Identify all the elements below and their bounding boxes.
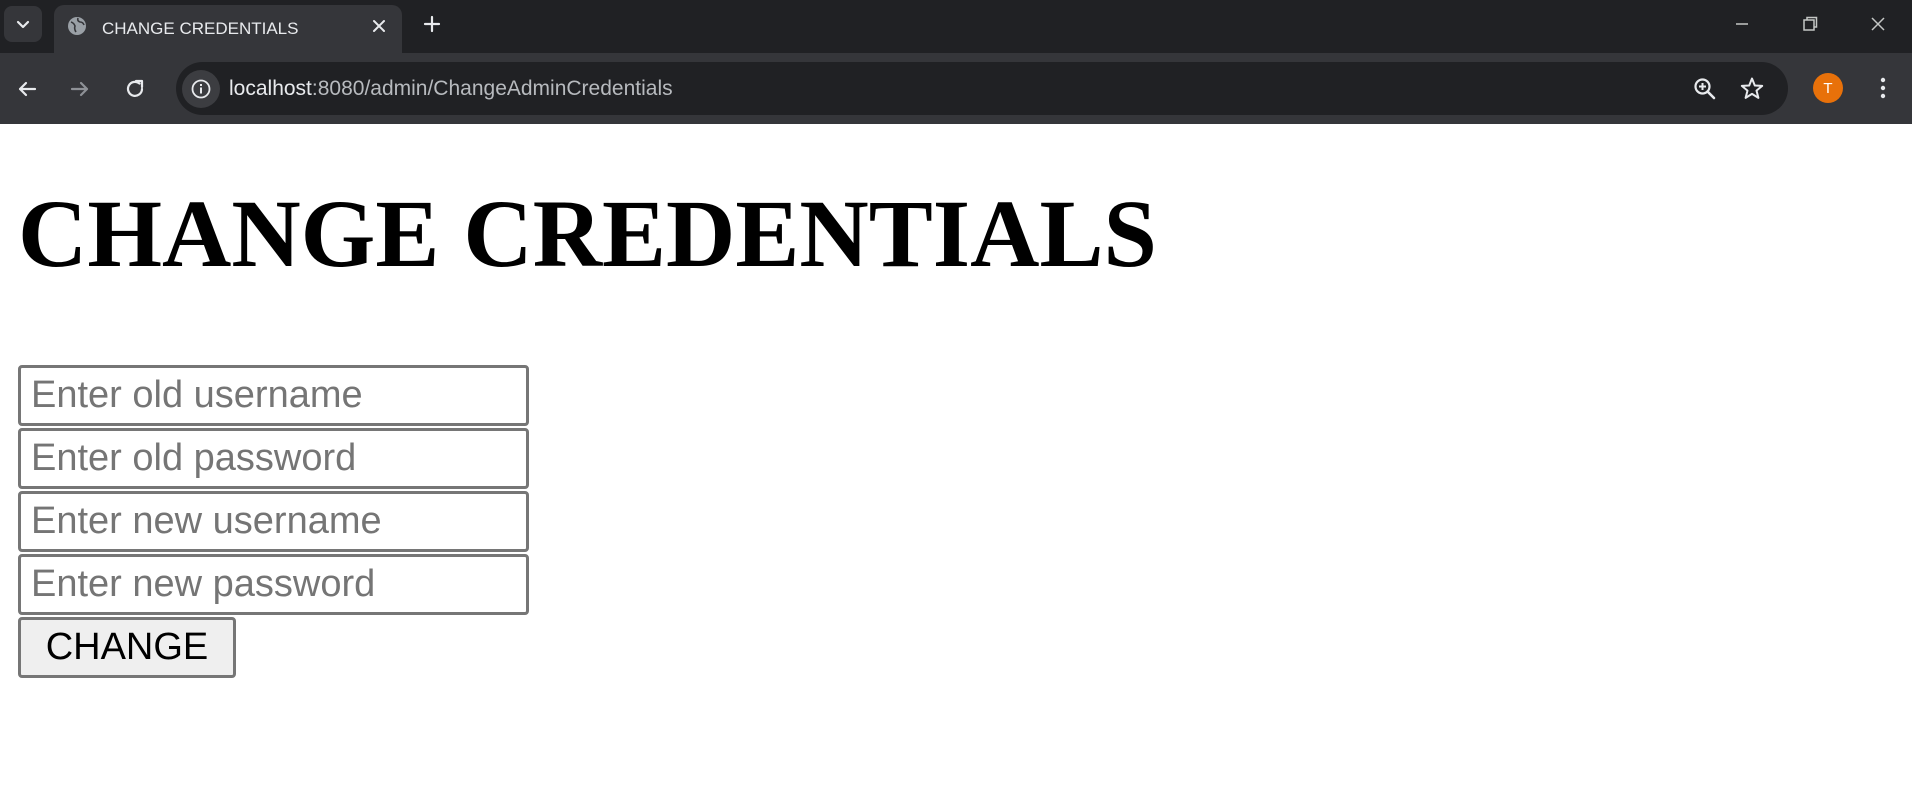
arrow-right-icon: [70, 81, 89, 97]
change-button[interactable]: CHANGE: [18, 617, 236, 678]
close-tab-icon[interactable]: [368, 15, 390, 37]
tab-strip: CHANGE CREDENTIALS: [0, 0, 1912, 53]
back-button[interactable]: [9, 71, 45, 107]
old-password-input[interactable]: [18, 428, 529, 489]
reload-icon: [126, 79, 144, 97]
new-username-input[interactable]: [18, 491, 529, 552]
url-text[interactable]: localhost:8080/admin/ChangeAdminCredenti…: [229, 77, 673, 101]
more-options-icon[interactable]: [1868, 73, 1898, 103]
site-info-button[interactable]: [182, 70, 220, 108]
new-tab-icon[interactable]: [418, 10, 446, 38]
info-icon: [191, 79, 211, 99]
url-host: localhost: [229, 77, 312, 100]
address-bar[interactable]: localhost:8080/admin/ChangeAdminCredenti…: [176, 62, 1788, 115]
close-window-icon[interactable]: [1864, 10, 1892, 38]
change-credentials-form: CHANGE: [18, 365, 529, 678]
arrow-left-icon: [18, 81, 37, 97]
chevron-down-icon: [16, 20, 30, 29]
browser-tab-active[interactable]: CHANGE CREDENTIALS: [54, 5, 402, 53]
reload-button[interactable]: [117, 71, 153, 107]
url-path: :8080/admin/ChangeAdminCredentials: [311, 77, 673, 100]
tab-title: CHANGE CREDENTIALS: [102, 19, 299, 38]
zoom-icon[interactable]: [1690, 74, 1720, 104]
minimize-icon[interactable]: [1728, 10, 1756, 38]
new-password-input[interactable]: [18, 554, 529, 615]
browser-toolbar: localhost:8080/admin/ChangeAdminCredenti…: [0, 53, 1912, 124]
tab-search-button[interactable]: [4, 6, 42, 42]
bookmark-star-icon[interactable]: [1737, 74, 1767, 104]
globe-icon: [68, 17, 86, 35]
page-title: CHANGE CREDENTIALS: [18, 180, 1157, 287]
forward-button[interactable]: [62, 71, 98, 107]
old-username-input[interactable]: [18, 365, 529, 426]
restore-icon[interactable]: [1796, 10, 1824, 38]
page-content: CHANGE CREDENTIALS CHANGE: [0, 124, 1912, 802]
profile-avatar[interactable]: T: [1813, 73, 1843, 103]
